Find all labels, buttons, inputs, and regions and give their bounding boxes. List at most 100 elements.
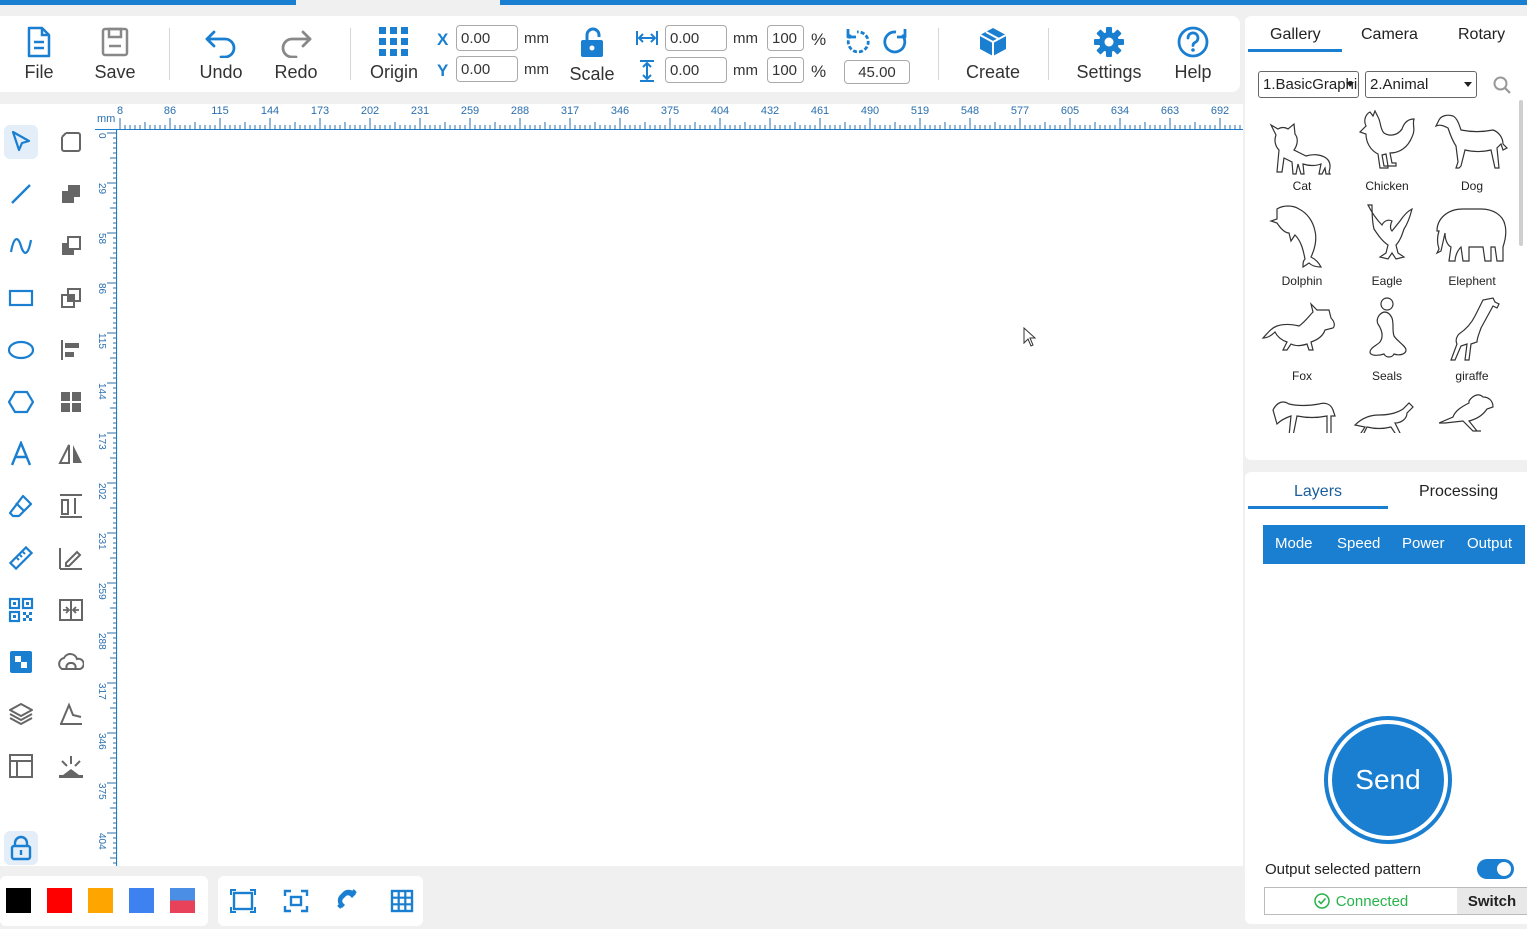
origin-label: Origin [369,62,418,82]
gallery-item-label: Elephent [1448,274,1496,288]
ellipse-tool[interactable] [4,333,38,367]
gallery-item-dolphin[interactable]: Dolphin [1259,201,1345,296]
magnet-snap-button[interactable] [335,887,363,915]
gallery-item-cat[interactable]: Cat [1259,106,1345,201]
subcategory-select[interactable]: 2.Animal [1365,71,1477,98]
line-tool[interactable] [4,177,38,211]
help-button[interactable]: Help [1168,16,1218,92]
node-edit-icon [61,132,81,152]
galloping-horse-shape-icon[interactable] [1439,393,1509,433]
pen-draw-tool[interactable] [54,541,88,575]
distribute-tool[interactable] [54,489,88,523]
mirror-tool[interactable] [54,437,88,471]
gallery-item-seals[interactable]: Seals [1344,296,1430,391]
color-swatch-gradient[interactable] [170,888,195,913]
tab-gallery[interactable]: Gallery [1270,26,1321,44]
align-left-tool[interactable] [54,333,88,367]
text-tool[interactable] [4,437,38,471]
connection-status-box: Connected Switch [1264,887,1527,915]
image-tool[interactable] [4,645,38,679]
color-swatch-blue[interactable] [129,888,154,913]
color-swatch-orange[interactable] [88,888,113,913]
gallery-item-label: Chicken [1365,179,1409,193]
select-tool[interactable] [4,125,38,159]
rotate-right-icon[interactable] [882,27,910,57]
split-tool[interactable] [54,593,88,627]
eraser-tool[interactable] [4,489,38,523]
x-label: X [437,30,449,49]
horse-shape-icon[interactable] [1269,396,1339,433]
intersect-tool[interactable] [54,281,88,315]
scale-lock-button[interactable]: Scale [566,16,618,92]
layers-tool[interactable] [4,697,38,731]
laser-tool[interactable] [54,749,88,783]
array-tool[interactable] [54,385,88,419]
fit-page-button[interactable] [229,887,257,915]
file-button[interactable]: File [18,16,60,92]
create-label: Create [965,62,1021,82]
tab-rotary[interactable]: Rotary [1458,26,1505,44]
gallery-item-giraffe[interactable]: giraffe [1429,296,1515,391]
tool-palette [0,104,95,866]
canvas-lock-button[interactable] [4,831,38,865]
gallery-scrollbar[interactable] [1519,100,1523,246]
x-position-input[interactable] [456,25,518,51]
scale-label: Scale [569,64,615,84]
ruler-tick-label: 173 [96,433,107,450]
save-button[interactable]: Save [92,16,138,92]
ruler-icon [8,545,34,571]
shape-cloud-tool[interactable] [54,645,88,679]
search-icon[interactable] [1493,76,1511,94]
cloud-outline-icon [58,653,84,670]
tab-processing[interactable]: Processing [1419,483,1498,501]
gallery-item-eagle[interactable]: Eagle [1344,201,1430,296]
rotate-angle-input[interactable] [844,60,910,84]
polygon-tool[interactable] [4,385,38,419]
subtract-tool[interactable] [54,229,88,263]
gallery-item-chicken[interactable]: Chicken [1344,106,1430,201]
redo-button[interactable]: Redo [271,16,321,92]
node-edit-tool[interactable] [54,125,88,159]
rectangle-tool[interactable] [4,281,38,315]
fit-selection-button[interactable] [282,887,310,915]
qrcode-tool[interactable] [4,593,38,627]
union-icon [62,185,80,203]
category-select[interactable]: 1.BasicGraphics [1258,71,1359,98]
gallery-item-fox[interactable]: Fox [1259,296,1345,391]
undo-button[interactable]: Undo [196,16,246,92]
running-horse-shape-icon[interactable] [1353,399,1423,433]
path-tool[interactable] [54,697,88,731]
ruler-tick-label: 519 [910,105,930,117]
create-button[interactable]: Create [960,16,1026,92]
rotate-left-icon[interactable] [843,27,871,57]
tab-camera[interactable]: Camera [1361,26,1418,44]
origin-button[interactable]: Origin [366,16,422,92]
output-selected-toggle[interactable] [1477,859,1514,879]
send-button[interactable]: Send [1324,716,1452,844]
y-position-input[interactable] [456,56,518,82]
ruler-tick-label: 375 [660,105,680,117]
union-tool[interactable] [54,177,88,211]
grid-toggle-button[interactable] [388,887,416,915]
design-canvas[interactable] [118,130,1243,866]
settings-button[interactable]: Settings [1072,16,1146,92]
height-percent-input[interactable] [767,57,804,83]
width-input[interactable] [665,25,727,51]
tab-layers[interactable]: Layers [1294,483,1342,501]
curve-tool[interactable] [4,229,38,263]
redo-icon [281,30,312,58]
gallery-item-elephent[interactable]: Elephent [1429,201,1515,296]
help-label: Help [1174,62,1212,82]
cube-icon [979,28,1007,56]
width-percent-input[interactable] [767,25,804,51]
gallery-item-dog[interactable]: Dog [1429,106,1515,201]
height-input[interactable] [665,57,727,83]
ruler-tick-label: 86 [96,283,107,295]
color-swatch-black[interactable] [6,888,31,913]
output-selected-label: Output selected pattern [1265,861,1421,878]
switch-button[interactable]: Switch [1457,888,1527,914]
template-tool[interactable] [4,749,38,783]
color-swatch-red[interactable] [47,888,72,913]
file-icon [27,26,51,58]
measure-tool[interactable] [4,541,38,575]
